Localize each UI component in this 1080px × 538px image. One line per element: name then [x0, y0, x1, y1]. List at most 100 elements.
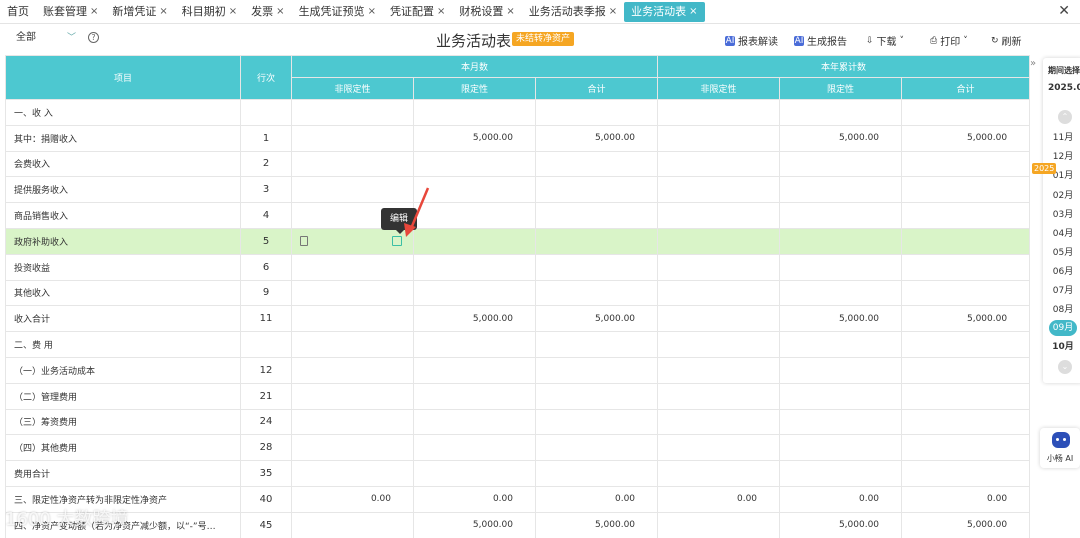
cell-m_t[interactable]	[534, 331, 659, 358]
cell-m_nr[interactable]	[291, 434, 414, 462]
cell-m_r[interactable]	[413, 382, 536, 410]
cell-m_r[interactable]	[413, 253, 536, 281]
cell-m_nr[interactable]	[291, 279, 414, 307]
cell-m_t[interactable]	[534, 227, 659, 255]
cell-y_nr[interactable]	[657, 382, 781, 410]
cell-m_nr[interactable]	[291, 511, 414, 538]
cell-m_r[interactable]	[413, 279, 536, 307]
tab-close-icon[interactable]: ×	[506, 2, 514, 22]
cell-y_nr[interactable]: 0.00	[657, 485, 781, 513]
cell-y_r[interactable]	[779, 382, 903, 410]
cell-y_t[interactable]: 5,000.00	[901, 124, 1031, 152]
table-row[interactable]: 二、费 用	[5, 331, 1031, 358]
cell-y_t[interactable]	[901, 382, 1031, 410]
cell-m_t[interactable]: 0.00	[534, 485, 659, 513]
cell-y_r[interactable]: 5,000.00	[779, 305, 903, 333]
cell-y_nr[interactable]	[657, 460, 781, 487]
cell-m_r[interactable]	[413, 99, 536, 126]
month-item[interactable]: 03月	[1043, 207, 1080, 220]
cell-y_t[interactable]	[901, 408, 1031, 436]
cell-y_r[interactable]: 5,000.00	[779, 124, 903, 152]
table-row[interactable]: 其中：捐赠收入 1 5,000.00 5,000.00 5,000.00 5,000.00	[5, 124, 1031, 152]
table-row[interactable]: 商品销售收入 4	[5, 202, 1031, 229]
cell-y_r[interactable]	[779, 331, 903, 358]
tab-close-icon[interactable]: ×	[609, 2, 617, 22]
cell-m_r[interactable]: 5,000.00	[413, 511, 536, 538]
cell-y_r[interactable]	[779, 434, 903, 462]
cell-m_nr[interactable]	[291, 408, 414, 436]
generate-report-button[interactable]: AI 生成报告	[794, 33, 847, 48]
table-row[interactable]: 一、收 入	[5, 99, 1031, 126]
cell-m_nr[interactable]: 0.00	[291, 485, 414, 513]
cell-m_nr[interactable]	[291, 382, 414, 410]
cell-y_nr[interactable]	[657, 150, 781, 178]
cell-y_t[interactable]: 5,000.00	[901, 511, 1031, 538]
cell-y_nr[interactable]	[657, 434, 781, 462]
cell-y_t[interactable]	[901, 460, 1031, 487]
cell-y_nr[interactable]	[657, 305, 781, 333]
cell-m_t[interactable]	[534, 150, 659, 178]
cell-m_r[interactable]	[413, 356, 536, 384]
cell-m_r[interactable]: 0.00	[413, 485, 536, 513]
cell-m_t[interactable]	[534, 279, 659, 307]
cell-y_t[interactable]	[901, 227, 1031, 255]
cell-y_nr[interactable]	[657, 511, 781, 538]
help-icon[interactable]: ?	[88, 32, 99, 43]
cell-m_nr[interactable]	[291, 356, 414, 384]
cell-y_nr[interactable]	[657, 202, 781, 229]
tab-close-icon[interactable]: ×	[90, 2, 98, 22]
cell-y_t[interactable]	[901, 356, 1031, 384]
cell-y_r[interactable]	[779, 356, 903, 384]
month-item[interactable]: 09月	[1049, 320, 1077, 336]
tab-5[interactable]: 生成凭证预览 ×	[292, 2, 383, 22]
cell-y_t[interactable]	[901, 99, 1031, 126]
table-row[interactable]: 收入合计 11 5,000.00 5,000.00 5,000.00 5,000.00	[5, 305, 1031, 333]
cell-m_t[interactable]: 5,000.00	[534, 511, 659, 538]
tab-2[interactable]: 新增凭证 ×	[105, 2, 174, 22]
report-read-button[interactable]: AI 报表解读	[725, 33, 778, 48]
cell-m_r[interactable]	[413, 150, 536, 178]
month-item[interactable]: 06月	[1043, 264, 1080, 277]
collapse-panel-icon[interactable]: »	[1030, 58, 1042, 76]
cell-y_r[interactable]	[779, 150, 903, 178]
edit-icon[interactable]	[300, 236, 308, 247]
print-button[interactable]: ⎙ 打印 ˅	[930, 33, 971, 49]
cell-m_t[interactable]	[534, 460, 659, 487]
cell-y_t[interactable]	[901, 331, 1031, 358]
table-row[interactable]: 四、净资产变动额（若为净资产减少额，以“-”号… 45 5,000.00 5,000.…	[5, 511, 1031, 538]
tab-9[interactable]: 业务活动表 ×	[624, 1, 705, 22]
month-item[interactable]: 11月	[1043, 130, 1080, 143]
tab-3[interactable]: 科目期初 ×	[175, 2, 244, 22]
status-badge[interactable]: 未结转净资产	[512, 32, 575, 46]
cell-y_nr[interactable]	[657, 227, 781, 255]
table-row[interactable]: （四）其他费用 28	[5, 434, 1031, 462]
scope-select[interactable]: 全部 ﹀	[10, 29, 82, 47]
tab-close-icon[interactable]: ×	[159, 2, 167, 22]
cell-y_nr[interactable]	[657, 253, 781, 281]
cell-y_r[interactable]	[779, 460, 903, 487]
month-item[interactable]: 08月	[1043, 302, 1080, 315]
cell-m_t[interactable]	[534, 434, 659, 462]
cell-m_nr[interactable]	[291, 150, 414, 178]
cell-m_nr[interactable]	[291, 176, 414, 204]
tab-close-icon[interactable]: ×	[689, 2, 697, 22]
month-item[interactable]: 04月	[1043, 226, 1080, 239]
cell-y_t[interactable]	[901, 279, 1031, 307]
tab-close-icon[interactable]: ×	[437, 2, 445, 22]
cell-y_nr[interactable]	[657, 99, 781, 126]
table-row[interactable]: 三、限定性净资产转为非限定性净资产 40 0.00 0.00 0.00 0.00 0.00 0…	[5, 485, 1031, 513]
cell-m_nr[interactable]	[291, 460, 414, 487]
tab-7[interactable]: 财税设置 ×	[452, 2, 521, 22]
cell-m_r[interactable]	[413, 460, 536, 487]
cell-m_r[interactable]	[413, 434, 536, 462]
scroll-up-icon[interactable]: ⌃	[1058, 110, 1072, 124]
tab-6[interactable]: 凭证配置 ×	[383, 2, 452, 22]
tab-8[interactable]: 业务活动表季报 ×	[522, 2, 624, 22]
table-row[interactable]: 费用合计 35	[5, 460, 1031, 487]
cell-m_t[interactable]	[534, 176, 659, 204]
table-row[interactable]: 会费收入 2	[5, 150, 1031, 178]
cell-y_nr[interactable]	[657, 356, 781, 384]
cell-y_r[interactable]	[779, 279, 903, 307]
cell-m_t[interactable]	[534, 99, 659, 126]
cell-m_t[interactable]	[534, 408, 659, 436]
